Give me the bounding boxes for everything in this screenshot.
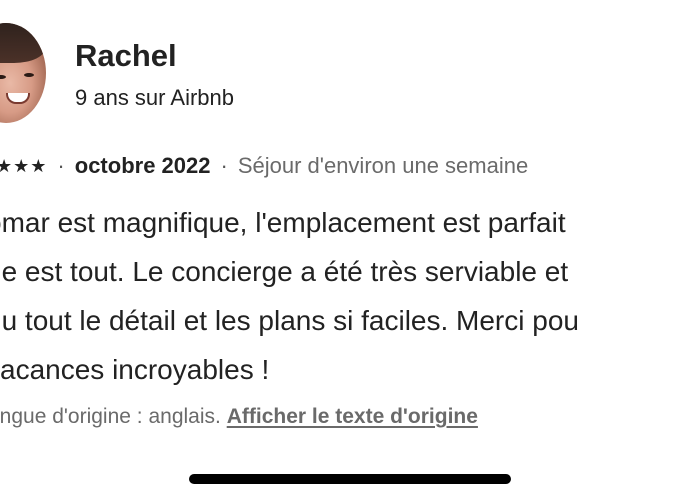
avatar-hair — [0, 23, 46, 63]
review-meta: ★★★ · octobre 2022 · Séjour d'environ un… — [0, 153, 528, 179]
stay-duration: Séjour d'environ une semaine — [237, 153, 529, 178]
reviewer-tenure: 9 ans sur Airbnb — [75, 85, 234, 110]
review-line: du tout le détail et les plans si facile… — [0, 305, 579, 336]
star-rating-icon: ★★★ — [0, 155, 48, 176]
reviewer-name: Rachel — [75, 38, 177, 73]
review-date: octobre 2022 — [74, 153, 211, 178]
separator-dot: · — [220, 153, 228, 178]
review-line: vacances incroyables ! — [0, 354, 270, 385]
review-text: omar est magnifique, l'emplacement est p… — [0, 198, 579, 394]
review-line: omar est magnifique, l'emplacement est p… — [0, 207, 566, 238]
translation-note: angue d'origine : anglais. Afficher le t… — [0, 405, 478, 429]
show-original-link[interactable]: Afficher le texte d'origine — [227, 405, 478, 428]
separator-dot: · — [57, 153, 65, 178]
avatar-mouth — [6, 93, 30, 104]
avatar[interactable] — [0, 23, 46, 123]
review-line: ue est tout. Le concierge a été très ser… — [0, 256, 569, 287]
translation-language: angue d'origine : anglais. — [0, 405, 221, 428]
review-card: Rachel 9 ans sur Airbnb ★★★ · octobre 20… — [0, 0, 700, 500]
home-indicator[interactable] — [189, 474, 511, 484]
avatar-eye — [24, 73, 34, 77]
avatar-eye — [0, 75, 6, 79]
